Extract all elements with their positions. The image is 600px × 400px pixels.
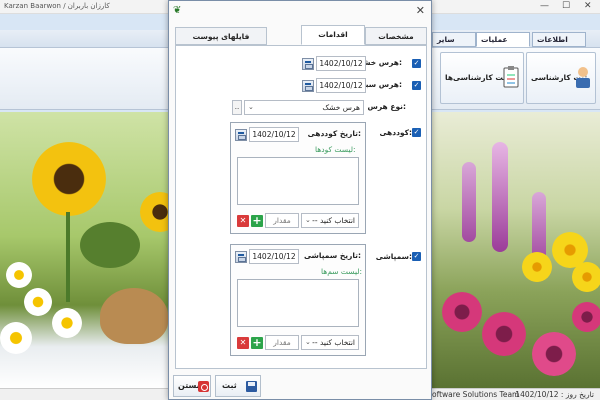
menu-tab-base-info[interactable]: اطلاعات پایه [532,32,586,58]
spraying-date[interactable]: 1402/10/12 [249,249,299,264]
chevron-down-icon: ⌄ [305,216,311,224]
main-window-title: Karzan Baarwon / کارزان باربران [4,2,110,10]
spraying-checkbox[interactable]: ✓ [412,252,421,261]
fertilizing-date[interactable]: 1402/10/12 [249,127,299,142]
fertilizer-quantity-input[interactable]: مقدار [265,213,299,228]
clipboard-icon [501,65,521,89]
fertilizing-calendar-icon[interactable] [235,129,247,141]
status-team-text: oftware Solutions Team [432,390,520,399]
background-image-left [0,112,168,388]
app-logo-icon: ❦ [173,5,182,16]
pesticide-select-value: -- انتخاب کنید [312,338,355,347]
background-image-right [432,112,600,388]
pesticide-listbox[interactable] [237,279,359,327]
save-floppy-icon [246,381,257,392]
actions-tab-panel: هرس خشک: ✓ 1402/10/12 هرس سبز: ✓ 1402/10… [175,45,427,369]
pesticide-select[interactable]: ⌄ -- انتخاب کنید [301,335,359,350]
pruning-type-value: هرس خشک [322,103,360,112]
actions-dialog: ❦ ✕ فایلهای پیوست اقدامات مشخصات هرس خشک… [168,0,432,400]
spraying-calendar-icon[interactable] [235,251,247,263]
add-pesticide-icon[interactable]: + [251,337,263,349]
close-icon[interactable]: ✕ [584,1,592,11]
save-button[interactable]: ثبت [215,375,261,397]
fertilizer-select[interactable]: ⌄ -- انتخاب کنید [301,213,359,228]
spraying-group: تاریخ سمپاشی: 1402/10/12 لیست سم‌ها: ⌄ -… [230,244,366,356]
green-pruning-checkbox[interactable]: ✓ [412,81,421,90]
minimize-icon[interactable]: — [540,1,549,11]
add-fertilizer-icon[interactable]: + [251,215,263,227]
save-button-label: ثبت [222,381,237,390]
fertilizing-date-label: تاریخ کوددهی: [307,129,361,138]
green-pruning-date[interactable]: 1402/10/12 [316,78,366,93]
menu-tab-other-operations[interactable]: سایر عملیات [432,32,476,58]
dialog-tabs: فایلهای پیوست اقدامات مشخصات [175,25,427,45]
pruning-type-more-button[interactable]: .. [232,100,242,115]
dry-pruning-checkbox[interactable]: ✓ [412,59,421,68]
tab-actions[interactable]: اقدامات [301,25,365,45]
dry-pruning-calendar-icon[interactable] [302,58,314,70]
fertilizing-label: کوددهی: [379,128,412,137]
close-button[interactable]: بستن [173,375,211,397]
person-icon [573,65,593,89]
green-pruning-calendar-icon[interactable] [302,80,314,92]
register-expertise-button[interactable]: ثبت کارشناسی [526,52,596,104]
dialog-close-icon[interactable]: ✕ [416,4,425,17]
close-button-label: بستن [178,381,200,390]
menu-tab-expert-operations[interactable]: عملیات کارشناسی [476,32,530,58]
pesticide-list-label: لیست سم‌ها: [321,267,363,276]
fertilizer-listbox[interactable] [237,157,359,205]
chevron-down-icon: ⌄ [305,338,311,346]
status-date-text: تاریخ روز : 1402/10/12 [515,390,594,399]
tab-attachments[interactable]: فایلهای پیوست [175,27,267,45]
fertilizing-checkbox[interactable]: ✓ [412,128,421,137]
maximize-icon[interactable]: ☐ [562,1,570,11]
fertilizer-select-value: -- انتخاب کنید [312,216,355,225]
chevron-down-icon: ⌄ [248,103,254,111]
fertilizer-list-label: لیست کودها: [315,145,356,154]
delete-pesticide-icon[interactable]: ✕ [237,337,249,349]
spraying-label: سمپاشی: [375,252,412,261]
delete-fertilizer-icon[interactable]: ✕ [237,215,249,227]
fertilizing-group: تاریخ کوددهی: 1402/10/12 لیست کودها: ⌄ -… [230,122,366,234]
dialog-footer: بستن ثبت [169,373,431,399]
expertise-list-button[interactable]: لیست کارشناسی‌ها [440,52,524,104]
tab-details[interactable]: مشخصات [365,27,427,45]
spraying-date-label: تاریخ سمپاشی: [303,251,361,260]
pruning-type-label: نوع هرس: [367,102,406,111]
close-door-icon [198,381,209,392]
pruning-type-select[interactable]: ⌄ هرس خشک [244,100,364,115]
pesticide-quantity-input[interactable]: مقدار [265,335,299,350]
dry-pruning-date[interactable]: 1402/10/12 [316,56,366,71]
dialog-titlebar: ❦ ✕ [169,1,431,23]
